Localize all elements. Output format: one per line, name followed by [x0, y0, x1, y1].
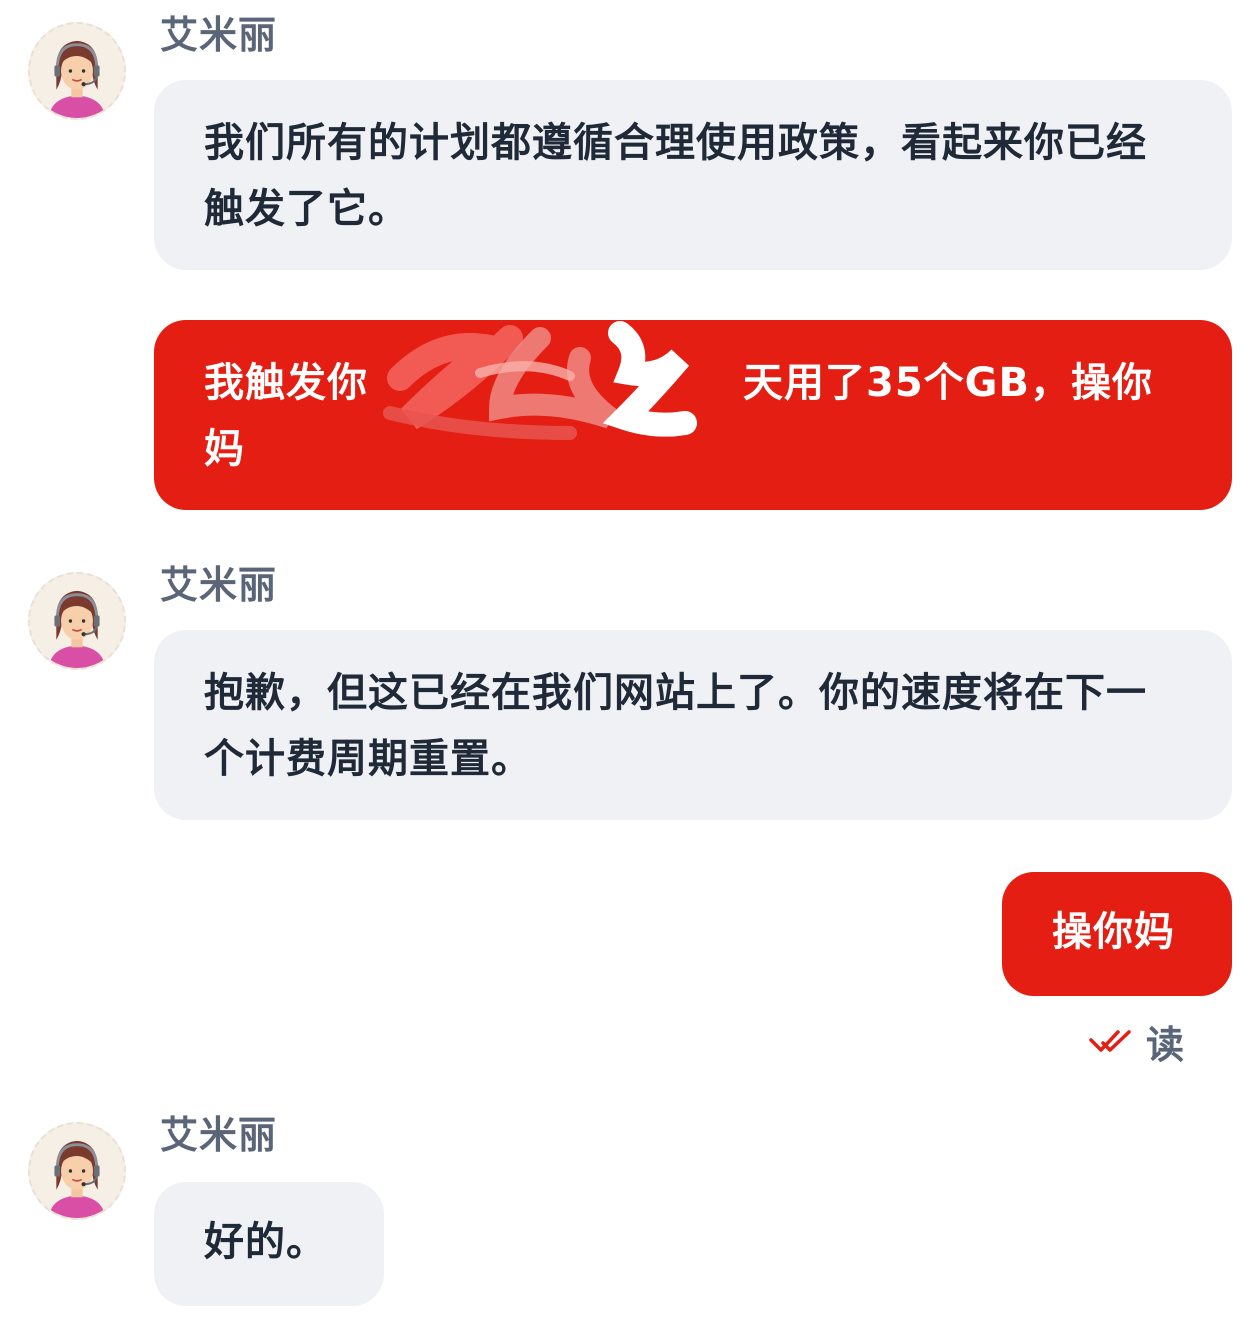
sender-name: 艾米丽 [160, 563, 278, 607]
agent-headset-avatar-icon [30, 574, 124, 668]
message-text: 好的。 [204, 1219, 327, 1265]
agent-message-bubble: 抱歉，但这已经在我们网站上了。你的速度将在下一个计费周期重置。 [154, 630, 1232, 820]
agent-avatar [28, 572, 126, 670]
sender-name: 艾米丽 [160, 13, 278, 57]
agent-avatar [28, 22, 126, 120]
agent-message-bubble: 我们所有的计划都遵循合理使用政策，看起来你已经触发了它。 [154, 80, 1232, 270]
user-message-bubble: 操你妈 [1002, 872, 1232, 996]
agent-headset-avatar-icon [30, 1124, 124, 1218]
double-check-icon [1089, 1030, 1131, 1052]
message-text: 我们所有的计划都遵循合理使用政策，看起来你已经触发了它。 [204, 120, 1147, 232]
sender-name: 艾米丽 [160, 1113, 278, 1157]
agent-headset-avatar-icon [30, 24, 124, 118]
redaction-scribble [383, 321, 697, 440]
chat-thread: 艾米丽 我们所有的计划都遵循合理使用政策，看起来你已经触发了它。 我触发你 天用了… [0, 0, 1260, 1320]
message-text-start: 我触发你 [204, 360, 368, 406]
message-text: 操你妈 [1052, 909, 1175, 955]
read-receipt: 读 [1088, 1016, 1185, 1067]
message-text: 抱歉，但这已经在我们网站上了。你的速度将在下一个计费周期重置。 [204, 670, 1147, 782]
agent-message-bubble: 好的。 [154, 1182, 384, 1306]
read-status-label: 读 [1146, 1022, 1185, 1067]
agent-avatar [28, 1122, 126, 1220]
